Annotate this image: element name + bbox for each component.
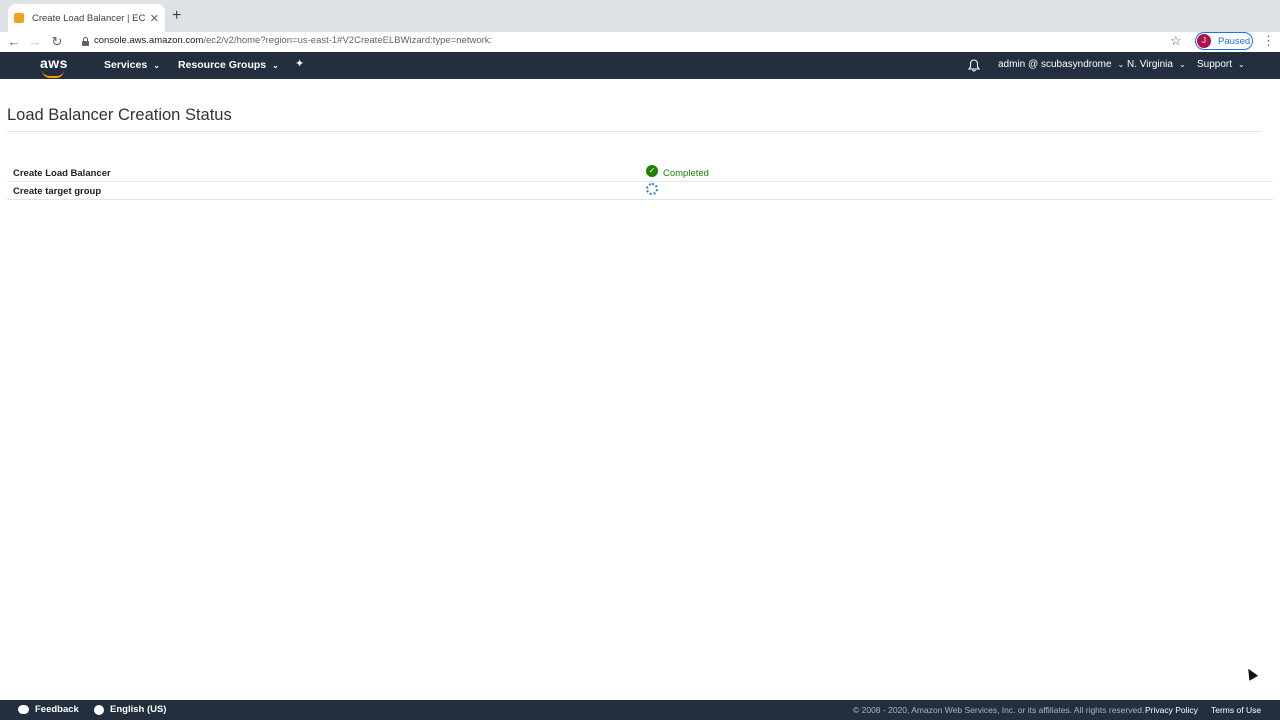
forward-arrow-icon[interactable]: → bbox=[27, 34, 43, 50]
browser-tab-bar: Create Load Balancer | EC2 Ma ✕ + bbox=[0, 0, 1280, 32]
mouse-cursor-icon bbox=[1243, 666, 1259, 681]
pin-icon[interactable]: ✦ bbox=[295, 57, 304, 70]
terms-of-use-link[interactable]: Terms of Use bbox=[1211, 705, 1261, 715]
check-circle-icon: ✓ bbox=[646, 165, 658, 177]
aws-favicon-icon bbox=[14, 13, 24, 23]
status-row: Create target group bbox=[7, 182, 1273, 200]
aws-smile-icon bbox=[42, 70, 64, 78]
status-row-label: Create Load Balancer bbox=[13, 168, 111, 179]
lock-icon bbox=[82, 37, 89, 46]
tab-close-icon[interactable]: ✕ bbox=[150, 12, 159, 25]
aws-top-nav: aws Services ⌄ Resource Groups ⌄ ✦ admin @… bbox=[0, 52, 1280, 79]
chevron-down-icon: ⌄ bbox=[272, 61, 279, 70]
browser-toolbar: ← → ↻ console.aws.amazon.com/ec2/v2/home… bbox=[0, 32, 1280, 52]
address-bar[interactable]: console.aws.amazon.com/ec2/v2/home?regio… bbox=[74, 32, 1194, 52]
creation-status-table: Create Load Balancer ✓ Completed Create … bbox=[7, 164, 1273, 200]
status-text: Completed bbox=[663, 167, 709, 179]
chevron-down-icon: ⌄ bbox=[153, 61, 160, 70]
globe-icon bbox=[94, 704, 104, 715]
resource-groups-menu[interactable]: Resource Groups ⌄ bbox=[178, 59, 279, 71]
chevron-down-icon: ⌄ bbox=[1117, 60, 1125, 69]
tab-title: Create Load Balancer | EC2 Ma bbox=[32, 12, 146, 24]
new-tab-button[interactable]: + bbox=[172, 7, 181, 25]
page-title: Load Balancer Creation Status bbox=[7, 106, 232, 124]
bookmark-star-icon[interactable]: ☆ bbox=[1170, 33, 1182, 49]
browser-tab[interactable]: Create Load Balancer | EC2 Ma ✕ bbox=[8, 4, 165, 32]
status-row-label: Create target group bbox=[13, 186, 102, 197]
aws-logo[interactable]: aws bbox=[40, 55, 70, 78]
region-menu[interactable]: N. Virginia ⌄ bbox=[1127, 59, 1186, 70]
bell-icon[interactable] bbox=[968, 59, 980, 72]
support-menu[interactable]: Support ⌄ bbox=[1197, 59, 1245, 70]
avatar: J bbox=[1197, 34, 1211, 48]
back-arrow-icon[interactable]: ← bbox=[6, 34, 22, 50]
console-footer: Feedback English (US) © 2008 - 2020, Ama… bbox=[0, 700, 1280, 720]
chevron-down-icon: ⌄ bbox=[1238, 60, 1245, 69]
language-selector[interactable]: English (US) bbox=[94, 704, 166, 715]
profile-status: Paused bbox=[1218, 35, 1251, 47]
profile-button[interactable]: J Paused bbox=[1195, 32, 1253, 50]
account-menu[interactable]: admin @ scubasyndrome ⌄ bbox=[998, 59, 1124, 70]
feedback-button[interactable]: Feedback bbox=[18, 704, 79, 715]
chevron-down-icon: ⌄ bbox=[1178, 60, 1186, 69]
divider bbox=[7, 131, 1260, 132]
loading-spinner-icon bbox=[646, 183, 658, 195]
services-menu[interactable]: Services ⌄ bbox=[104, 59, 160, 71]
status-cell bbox=[646, 183, 658, 195]
privacy-policy-link[interactable]: Privacy Policy bbox=[1145, 705, 1198, 715]
browser-menu-icon[interactable]: ⋮ bbox=[1262, 33, 1275, 49]
url-text: console.aws.amazon.com/ec2/v2/home?regio… bbox=[94, 35, 493, 46]
status-cell: ✓ Completed bbox=[646, 165, 709, 179]
status-row: Create Load Balancer ✓ Completed bbox=[7, 164, 1273, 182]
copyright-text: © 2008 - 2020, Amazon Web Services, Inc.… bbox=[853, 705, 1145, 715]
speech-bubble-icon bbox=[18, 705, 29, 714]
reload-icon[interactable]: ↻ bbox=[49, 34, 65, 50]
